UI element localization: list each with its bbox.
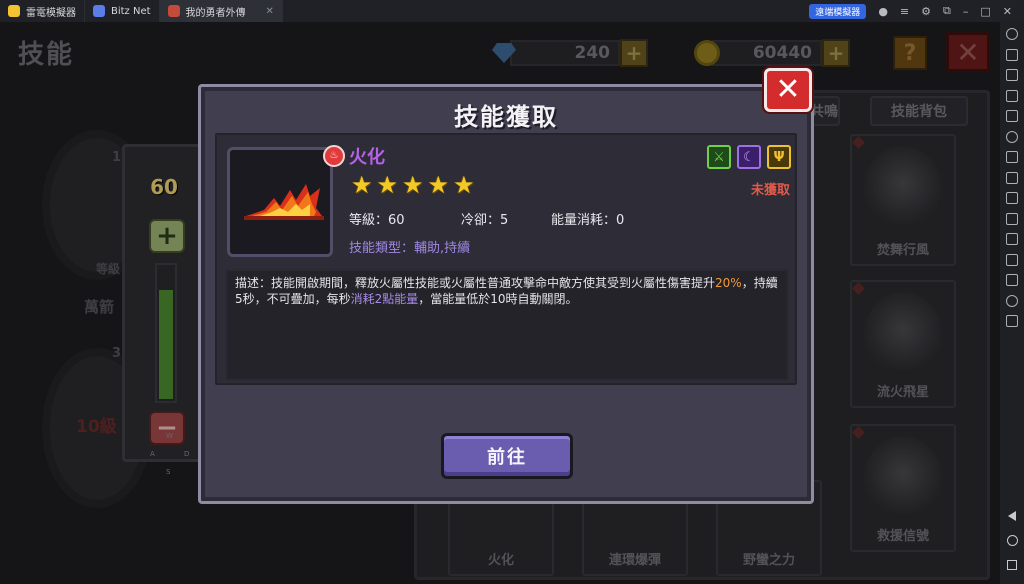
tab-ldplayer[interactable]: 雷電模擬器 <box>0 0 85 22</box>
emulator-titlebar: 雷電模擬器 Bitz Net 我的勇者外傳 ✕ 遠端模擬器 ● ≡ ⚙ ⧉ – … <box>0 0 1024 22</box>
account-icon[interactable]: ● <box>878 5 888 18</box>
sidebar-video-icon[interactable] <box>1006 212 1018 225</box>
star-icon: ★ <box>376 171 399 199</box>
sidebar-folder-icon[interactable] <box>1006 274 1018 286</box>
tab-close-icon[interactable]: ✕ <box>266 6 274 17</box>
accelerator-button[interactable]: 遠端模擬器 <box>809 3 867 19</box>
skill-description: 描述：技能開啟期間，釋放火屬性技能或火屬性普通攻擊命中敵方使其受到火屬性傷害提升… <box>225 269 789 381</box>
settings-icon[interactable]: ⚙ <box>921 5 931 18</box>
sidebar-record-icon[interactable] <box>1006 151 1018 163</box>
sidebar-volume-icon[interactable] <box>1006 110 1018 122</box>
tab-label: Bitz Net <box>111 5 151 17</box>
sidebar-script-icon[interactable] <box>1006 233 1018 245</box>
emulator-sidebar <box>1000 22 1024 584</box>
sidebar-sync-icon[interactable] <box>1006 253 1018 266</box>
skill-level: 等級：60 <box>349 213 405 228</box>
desc-highlight-percent: 20% <box>715 276 742 290</box>
back-icon[interactable] <box>1008 511 1016 521</box>
desc-text: 描述：技能開啟期間，釋放火屬性技能或火屬性普通攻擊命中敵方使其受到火屬性傷害提升 <box>235 276 716 290</box>
minimize-icon[interactable]: – <box>963 5 969 18</box>
sidebar-apk-icon[interactable] <box>1006 130 1018 143</box>
sidebar-keyboard-icon[interactable] <box>1006 48 1018 61</box>
go-button[interactable]: 前往 <box>441 433 573 479</box>
recents-icon[interactable] <box>1007 560 1017 570</box>
status-badge: 未獲取 <box>751 183 791 198</box>
sword-icon: ⚔ <box>707 145 731 169</box>
game-icon <box>167 5 180 17</box>
close-window-icon[interactable]: ✕ <box>1003 5 1012 18</box>
android-nav <box>1006 511 1018 570</box>
skill-badges: ⚔ ☾ Ψ <box>707 145 791 169</box>
close-dialog-button[interactable]: ✕ <box>764 68 812 112</box>
sidebar-scissors-icon[interactable] <box>1006 192 1018 204</box>
star-icon: ★ <box>402 171 424 199</box>
sidebar-home-icon[interactable] <box>1006 28 1018 40</box>
skill-image <box>227 147 333 257</box>
maximize-icon[interactable]: □ <box>980 5 990 18</box>
sidebar-multi-instance-icon[interactable] <box>1006 315 1018 327</box>
window-controls: 遠端模擬器 ● ≡ ⚙ ⧉ – □ ✕ <box>809 3 1024 19</box>
magic-icon: ☾ <box>737 145 761 169</box>
tab-label: 我的勇者外傳 <box>185 7 246 19</box>
tab-label: 雷電模擬器 <box>26 7 76 19</box>
menu-icon[interactable]: ≡ <box>900 5 909 18</box>
skill-name: 火化 <box>349 147 385 168</box>
sidebar-location-icon[interactable] <box>1006 294 1018 307</box>
star-icon: ★ <box>453 171 475 199</box>
skill-star-rating: ★ ★ ★ ★ ★ <box>351 173 475 197</box>
skill-cooldown: 冷卻：5 <box>461 213 509 228</box>
desc-highlight-energy: 消耗2點能量 <box>350 292 419 306</box>
star-icon: ★ <box>427 171 450 199</box>
skill-acquire-dialog: 技能獲取 ♨ 火化 ★ ★ ★ ★ ★ ⚔ ☾ Ψ 未獲取 等級：60 冷卻：5 能量消耗：… <box>198 84 814 504</box>
game-viewport: 技能 240 + 60440 + ? ✕ 等級 萬箭 1 3 10級 技能共鳴 … <box>0 22 1000 584</box>
ldplayer-icon <box>8 5 20 17</box>
fire-skill-icon <box>244 184 324 220</box>
bitz-net-icon <box>93 5 105 17</box>
tab-bitz-net[interactable]: Bitz Net <box>85 0 160 22</box>
trident-icon: Ψ <box>767 145 791 169</box>
home-nav-icon[interactable] <box>1006 535 1018 546</box>
dialog-title: 技能獲取 <box>454 103 558 131</box>
sidebar-robot-icon[interactable] <box>1006 171 1018 184</box>
skill-type: 技能類型：輔助,持續 <box>349 241 471 256</box>
desc-text: ，當能量低於10時自動關閉。 <box>418 292 578 306</box>
sidebar-gamepad-icon[interactable] <box>1006 69 1018 81</box>
sidebar-screen-icon[interactable] <box>1006 89 1018 102</box>
restore-icon[interactable]: ⧉ <box>943 4 951 18</box>
tab-game[interactable]: 我的勇者外傳 ✕ <box>159 0 283 22</box>
skill-info-panel: ♨ 火化 ★ ★ ★ ★ ★ ⚔ ☾ Ψ 未獲取 等級：60 冷卻：5 能量消耗：0 技能類… <box>215 133 797 385</box>
skill-energy-cost: 能量消耗：0 <box>551 213 625 228</box>
coin-icon <box>694 40 720 66</box>
star-icon: ★ <box>351 171 373 199</box>
